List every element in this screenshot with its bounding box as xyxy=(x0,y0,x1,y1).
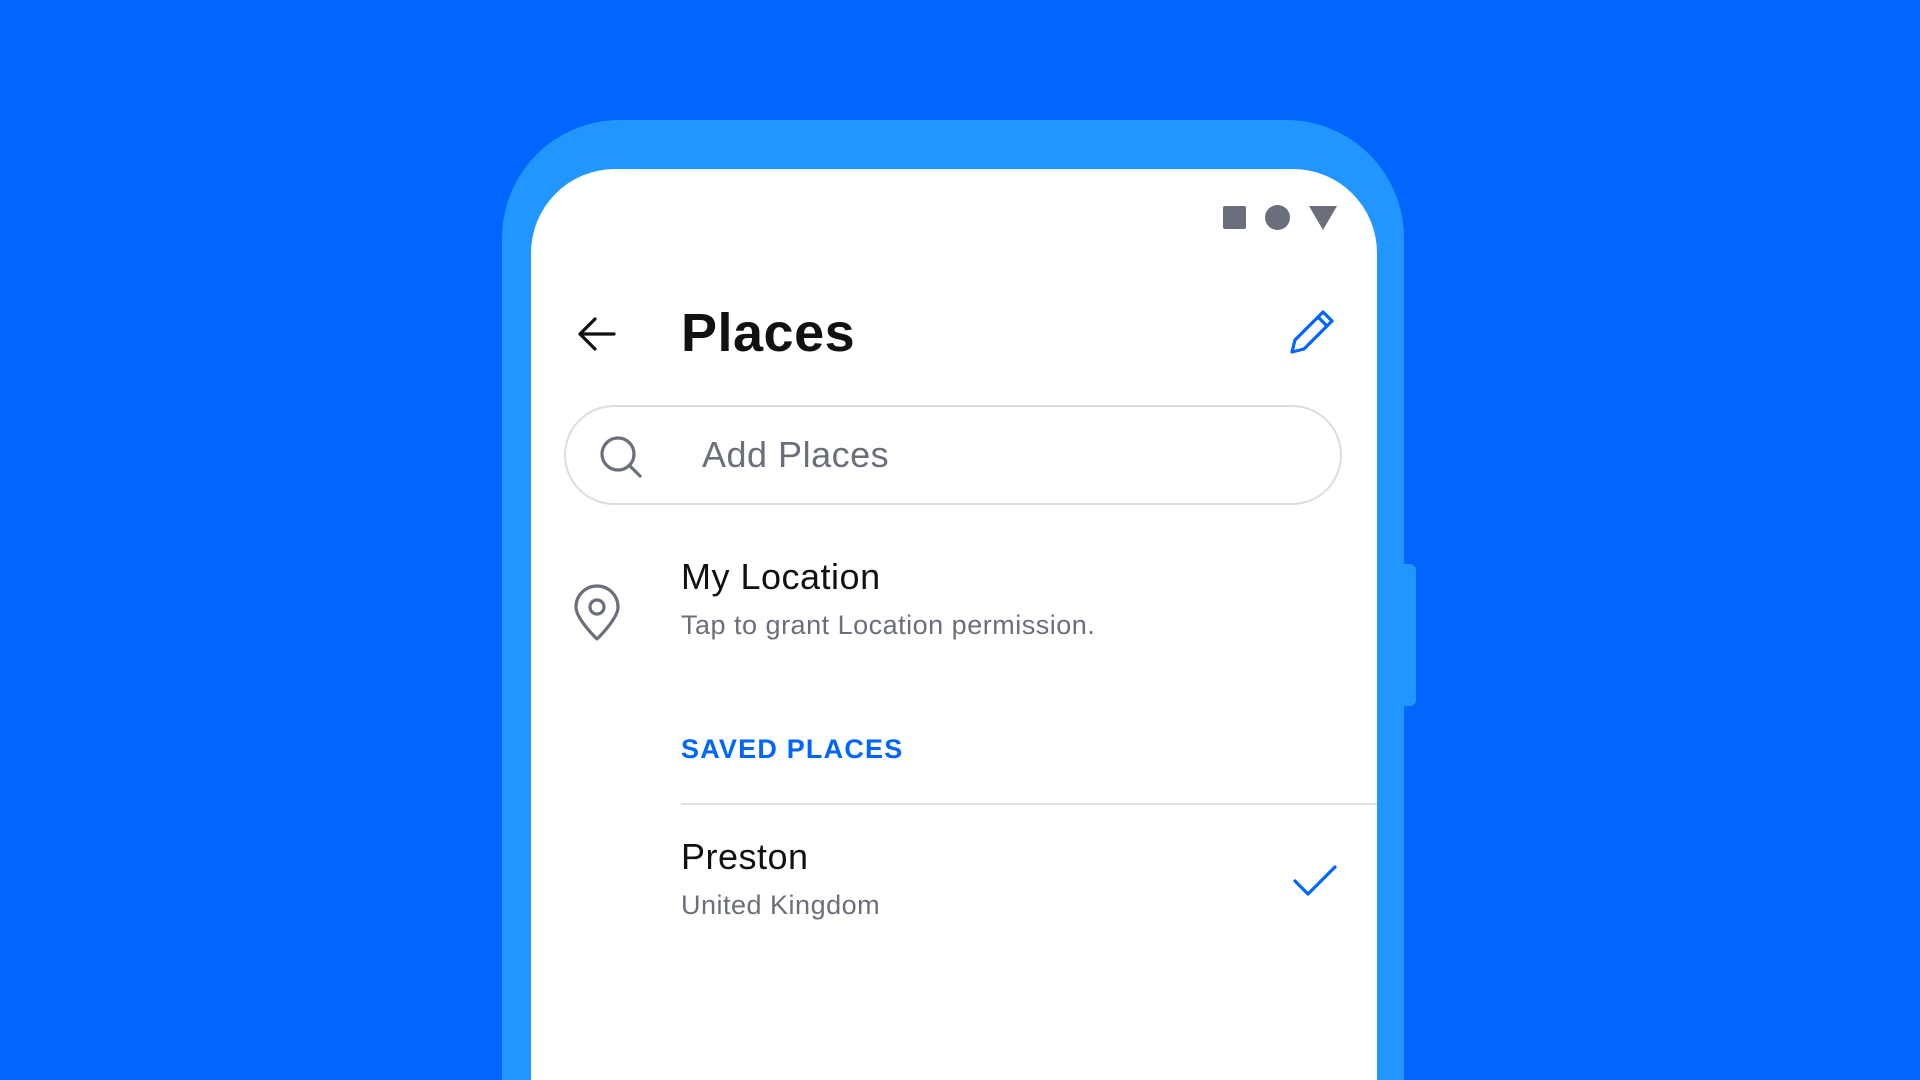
my-location-item[interactable]: My Location Tap to grant Location permis… xyxy=(531,553,1377,663)
place-country: United Kingdom xyxy=(681,890,881,920)
checkmark-icon xyxy=(1293,865,1337,896)
search-input[interactable] xyxy=(702,427,1302,483)
pencil-icon xyxy=(1290,310,1334,354)
my-location-subtitle: Tap to grant Location permission. xyxy=(681,610,1096,640)
saved-place-item[interactable]: Preston United Kingdom xyxy=(531,823,1377,943)
map-pin-icon xyxy=(574,584,620,641)
square-icon xyxy=(1223,206,1246,229)
edit-button[interactable] xyxy=(1287,307,1337,357)
my-location-title: My Location xyxy=(681,556,881,597)
app-bar: Places xyxy=(531,293,1377,373)
search-bar[interactable] xyxy=(564,405,1342,505)
place-name: Preston xyxy=(681,836,809,877)
app-background: Places My Location Tap to grant Location… xyxy=(0,0,1920,1080)
status-bar xyxy=(1223,205,1337,230)
divider xyxy=(681,803,1377,805)
search-icon xyxy=(600,436,642,478)
page-title: Places xyxy=(681,303,856,363)
saved-places-header: SAVED PLACES xyxy=(681,734,904,764)
arrow-left-icon xyxy=(578,317,616,351)
circle-icon xyxy=(1265,205,1290,230)
phone-side-button xyxy=(1396,564,1416,706)
phone-screen: Places My Location Tap to grant Location… xyxy=(531,169,1377,1080)
triangle-icon xyxy=(1309,205,1337,230)
back-button[interactable] xyxy=(574,311,620,357)
